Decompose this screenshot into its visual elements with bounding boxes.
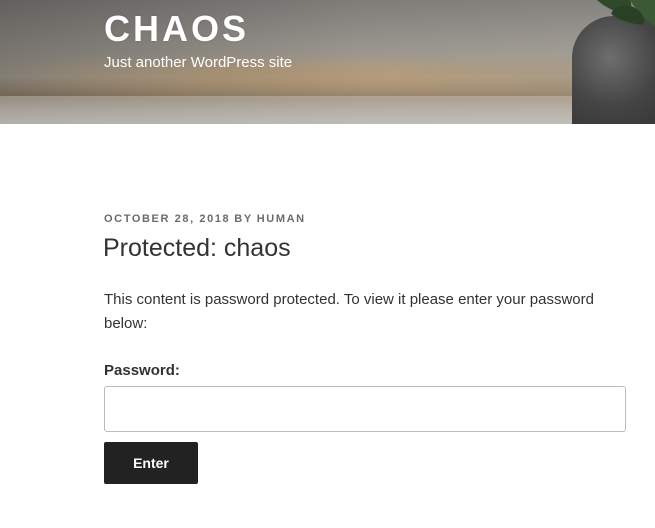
header-background-band bbox=[0, 96, 655, 124]
site-tagline: Just another WordPress site bbox=[104, 54, 293, 71]
post-date[interactable]: OCTOBER 28, 2018 bbox=[104, 213, 230, 225]
enter-button[interactable]: Enter bbox=[104, 442, 198, 484]
password-input[interactable] bbox=[104, 386, 626, 432]
post-author-link[interactable]: HUMAN bbox=[257, 213, 306, 225]
post-title: Protected: chaos bbox=[103, 234, 291, 262]
site-header: CHAOS Just another WordPress site bbox=[0, 0, 655, 124]
post-by-label: BY bbox=[234, 213, 253, 225]
site-title[interactable]: CHAOS bbox=[104, 8, 249, 50]
post-meta: OCTOBER 28, 2018 BY HUMAN bbox=[104, 213, 306, 225]
plant-pot-image bbox=[572, 16, 655, 124]
password-label: Password: bbox=[104, 362, 180, 379]
post-body-text: This content is password protected. To v… bbox=[104, 291, 594, 332]
header-background-blur bbox=[0, 62, 655, 92]
